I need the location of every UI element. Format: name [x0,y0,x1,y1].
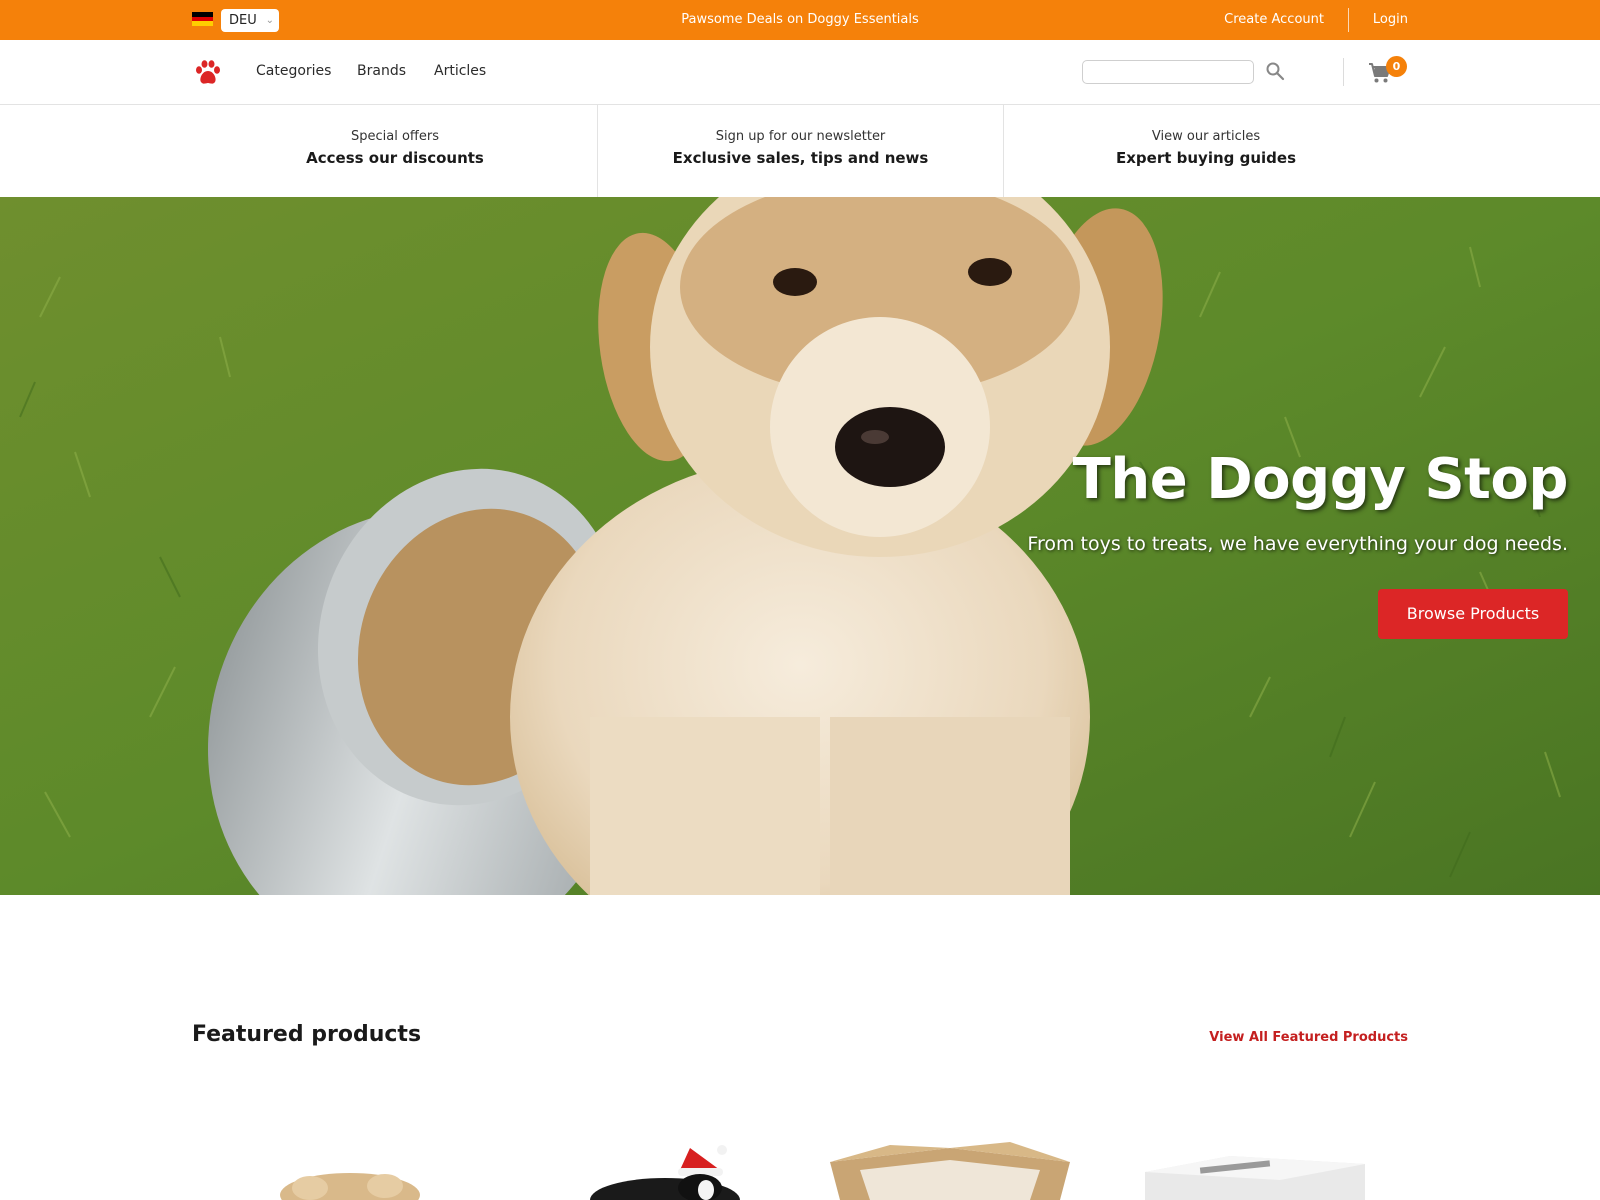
promo-text: Pawsome Deals on Doggy Essentials [681,12,919,27]
view-all-featured-link[interactable]: View All Featured Products [1209,1030,1408,1045]
benefits-strip: Special offers Access our discounts Sign… [0,105,1600,197]
nav-articles[interactable]: Articles [434,40,486,103]
featured-title: Featured products [192,1022,422,1047]
benefit-caption: Sign up for our newsletter [715,129,886,144]
product-image-box[interactable] [820,1140,1080,1200]
browse-products-button[interactable]: Browse Products [1378,589,1568,639]
benefit-articles[interactable]: View our articles Expert buying guides [1004,105,1408,197]
product-image-raw-paws-package[interactable] [1140,1140,1370,1200]
benefit-heading: Expert buying guides [1116,149,1296,167]
main-nav: Categories Brands Articles 0 [0,40,1600,105]
hero-title: The Doggy Stop [1072,447,1569,512]
hero-subtitle: From toys to treats, we have everything … [1027,533,1568,555]
top-bar: DEU ⌄ Pawsome Deals on Doggy Essentials … [0,0,1600,40]
product-image-dog-costume[interactable] [580,1140,740,1200]
benefit-caption: Special offers [351,129,439,144]
benefit-caption: View our articles [1151,129,1261,144]
benefit-newsletter[interactable]: Sign up for our newsletter Exclusive sal… [598,105,1003,197]
benefit-heading: Exclusive sales, tips and news [672,149,929,167]
paw-logo-icon[interactable] [194,58,222,86]
create-account-link[interactable]: Create Account [1224,0,1324,40]
divider [1343,58,1344,86]
benefit-discounts[interactable]: Special offers Access our discounts [192,105,598,197]
login-link[interactable]: Login [1373,0,1408,40]
product-image-chew-toy[interactable] [270,1140,430,1200]
hero-banner: The Doggy Stop From toys to treats, we h… [0,197,1600,895]
nav-brands[interactable]: Brands [357,40,406,103]
benefit-heading: Access our discounts [306,149,484,167]
cart-count-badge: 0 [1386,56,1407,77]
search-icon[interactable] [1265,61,1285,81]
divider [1348,8,1349,32]
nav-categories[interactable]: Categories [256,40,331,103]
search-input[interactable] [1082,60,1254,84]
